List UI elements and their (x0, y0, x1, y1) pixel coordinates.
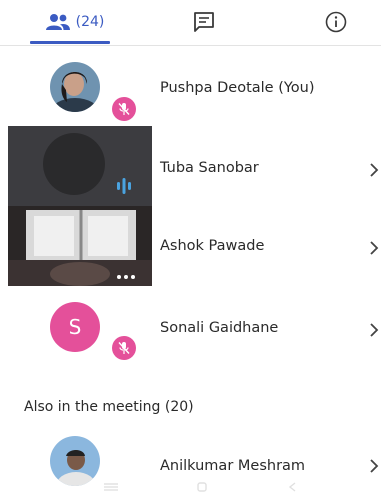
participant-name: Sonali Gaidhane (160, 320, 279, 336)
people-icon (45, 14, 70, 30)
muted-badge (112, 97, 136, 121)
chevron-right-icon[interactable] (368, 162, 380, 178)
avatar: S (50, 302, 100, 352)
participant-row[interactable]: Tuba Sanobar (0, 126, 381, 206)
participant-name: Ashok Pawade (160, 238, 265, 254)
active-tab-indicator (30, 41, 110, 44)
participant-count: (24) (75, 14, 105, 30)
speaking-icon (114, 176, 134, 196)
participant-name: Pushpa Deotale (You) (160, 80, 315, 96)
menu-icon[interactable] (102, 482, 120, 492)
back-icon[interactable] (284, 482, 302, 492)
mic-off-icon (118, 342, 130, 354)
info-icon (325, 11, 347, 33)
tab-chat[interactable] (182, 0, 226, 44)
tab-bar: (24) (0, 0, 381, 46)
chevron-right-icon[interactable] (368, 322, 380, 338)
muted-badge (112, 336, 136, 360)
participant-row[interactable]: Anilkumar Meshram (0, 428, 381, 488)
participant-row[interactable]: Ashok Pawade (0, 206, 381, 286)
section-header: Also in the meeting (20) (24, 399, 194, 415)
chevron-right-icon[interactable] (368, 240, 380, 256)
chat-icon (194, 12, 214, 32)
tab-info[interactable] (314, 0, 358, 44)
divider (0, 45, 381, 46)
avatar (50, 62, 100, 112)
chevron-right-icon[interactable] (368, 458, 380, 474)
participant-name: Anilkumar Meshram (160, 458, 306, 474)
avatar (50, 436, 100, 486)
participant-row[interactable]: Pushpa Deotale (You) (0, 52, 381, 122)
home-icon[interactable] (193, 482, 211, 492)
participant-row[interactable]: S Sonali Gaidhane (0, 292, 381, 366)
participant-name: Tuba Sanobar (160, 160, 259, 176)
more-options-icon[interactable] (116, 266, 136, 279)
tab-people[interactable]: (24) (26, 0, 124, 44)
mic-off-icon (118, 103, 130, 115)
